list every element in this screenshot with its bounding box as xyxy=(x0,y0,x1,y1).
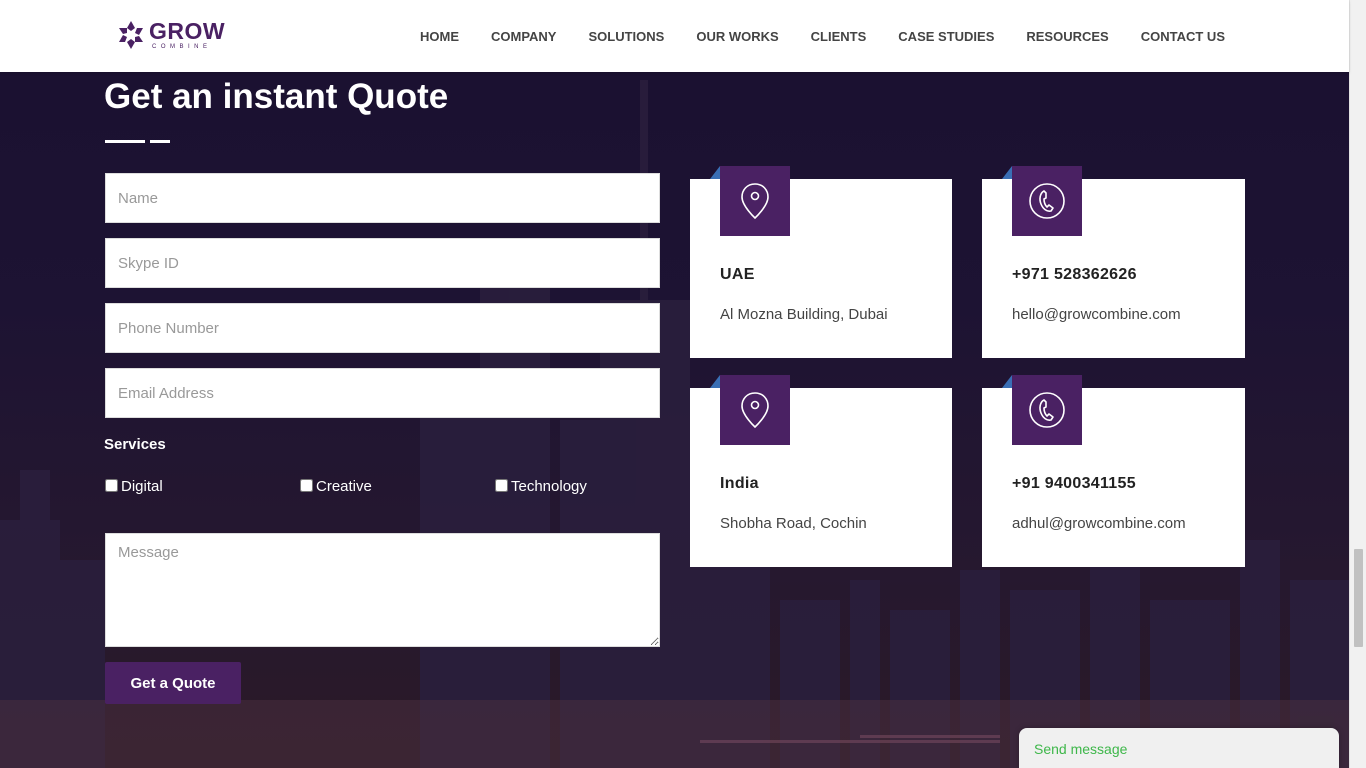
location-pin-icon xyxy=(710,166,790,236)
page-scrollbar[interactable] xyxy=(1349,0,1366,768)
service-creative-label: Creative xyxy=(316,478,372,495)
nav-home[interactable]: HOME xyxy=(420,29,459,44)
message-textarea[interactable] xyxy=(105,533,660,647)
logo[interactable]: GROW COMBINE xyxy=(116,18,225,52)
nav-solutions[interactable]: SOLUTIONS xyxy=(588,29,664,44)
phone-icon xyxy=(1002,375,1082,445)
contact-card-uae-phone: +971 528362626 hello@growcombine.com xyxy=(982,166,1245,358)
title-underline xyxy=(105,140,145,143)
scrollbar-thumb[interactable] xyxy=(1354,549,1363,647)
get-quote-button[interactable]: Get a Quote xyxy=(105,662,241,704)
phone-icon xyxy=(1002,166,1082,236)
service-technology[interactable]: Technology xyxy=(495,478,587,495)
email-address-input[interactable] xyxy=(105,368,660,418)
service-technology-label: Technology xyxy=(511,478,587,495)
nav-case-studies[interactable]: CASE STUDIES xyxy=(898,29,994,44)
nav-clients[interactable]: CLIENTS xyxy=(811,29,867,44)
card-heading: UAE xyxy=(720,266,755,283)
nav-company[interactable]: COMPANY xyxy=(491,29,556,44)
contact-card-uae: UAE Al Mozna Building, Dubai xyxy=(690,166,952,358)
service-digital-checkbox[interactable] xyxy=(105,479,118,492)
contact-card-india-phone: +91 9400341155 adhul@growcombine.com xyxy=(982,375,1245,567)
nav-resources[interactable]: RESOURCES xyxy=(1026,29,1108,44)
name-input[interactable] xyxy=(105,173,660,223)
nav-contact-us[interactable]: CONTACT US xyxy=(1141,29,1225,44)
card-email[interactable]: adhul@growcombine.com xyxy=(1012,515,1186,532)
logo-mark-icon xyxy=(119,21,143,49)
service-digital-label: Digital xyxy=(121,478,163,495)
card-address: Shobha Road, Cochin xyxy=(720,515,867,532)
location-pin-icon xyxy=(710,375,790,445)
card-email[interactable]: hello@growcombine.com xyxy=(1012,306,1181,323)
card-address: Al Mozna Building, Dubai xyxy=(720,306,888,323)
card-phone[interactable]: +971 528362626 xyxy=(1012,266,1137,284)
service-technology-checkbox[interactable] xyxy=(495,479,508,492)
site-header: GROW COMBINE HOME COMPANY SOLUTIONS OUR … xyxy=(0,0,1349,72)
title-underline-short xyxy=(150,140,170,143)
quote-title: Get an instant Quote xyxy=(104,77,449,116)
card-heading: India xyxy=(720,475,759,492)
services-label: Services xyxy=(104,436,166,453)
logo-word: GROW xyxy=(149,18,226,44)
service-digital[interactable]: Digital xyxy=(105,478,163,495)
skype-id-input[interactable] xyxy=(105,238,660,288)
send-message-chat-widget[interactable]: Send message xyxy=(1019,728,1339,768)
chat-label: Send message xyxy=(1034,741,1128,757)
service-creative[interactable]: Creative xyxy=(300,478,372,495)
logo-subtitle: COMBINE xyxy=(152,44,212,50)
contact-card-india: India Shobha Road, Cochin xyxy=(690,375,952,567)
nav-our-works[interactable]: OUR WORKS xyxy=(696,29,778,44)
main-nav: HOME COMPANY SOLUTIONS OUR WORKS CLIENTS… xyxy=(388,0,1225,72)
card-phone[interactable]: +91 9400341155 xyxy=(1012,475,1136,493)
service-creative-checkbox[interactable] xyxy=(300,479,313,492)
phone-number-input[interactable] xyxy=(105,303,660,353)
